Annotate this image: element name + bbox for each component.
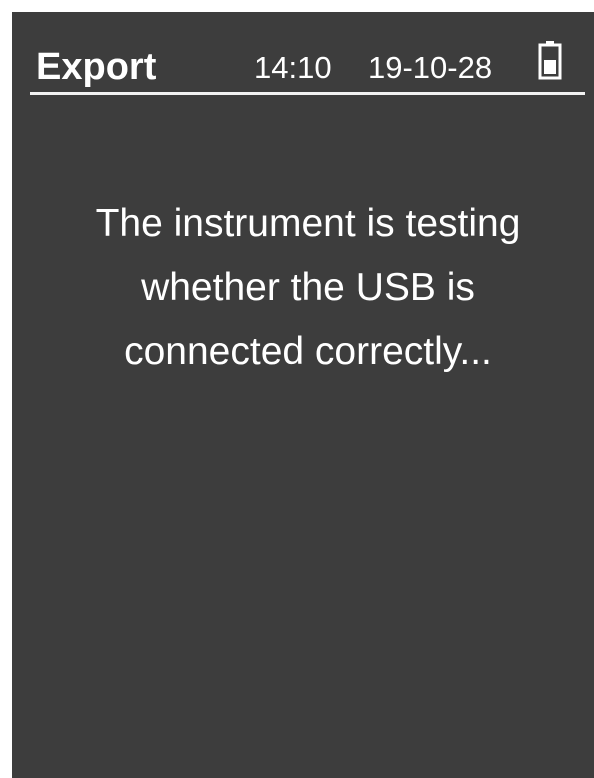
page-title: Export	[36, 46, 157, 88]
clock-time: 14:10	[254, 50, 332, 85]
status-header: Export 14:10 19-10-28	[12, 12, 594, 96]
message-line: connected correctly...	[124, 330, 492, 373]
status-message: The instrument is testing whether the US…	[48, 192, 568, 384]
message-line: The instrument is testing	[95, 202, 521, 245]
clock-date: 19-10-28	[368, 50, 493, 85]
battery-icon	[538, 41, 562, 80]
message-line: whether the USB is	[141, 266, 475, 309]
header-divider	[30, 92, 585, 95]
device-screen: Export 14:10 19-10-28 The instrument is …	[12, 12, 594, 778]
